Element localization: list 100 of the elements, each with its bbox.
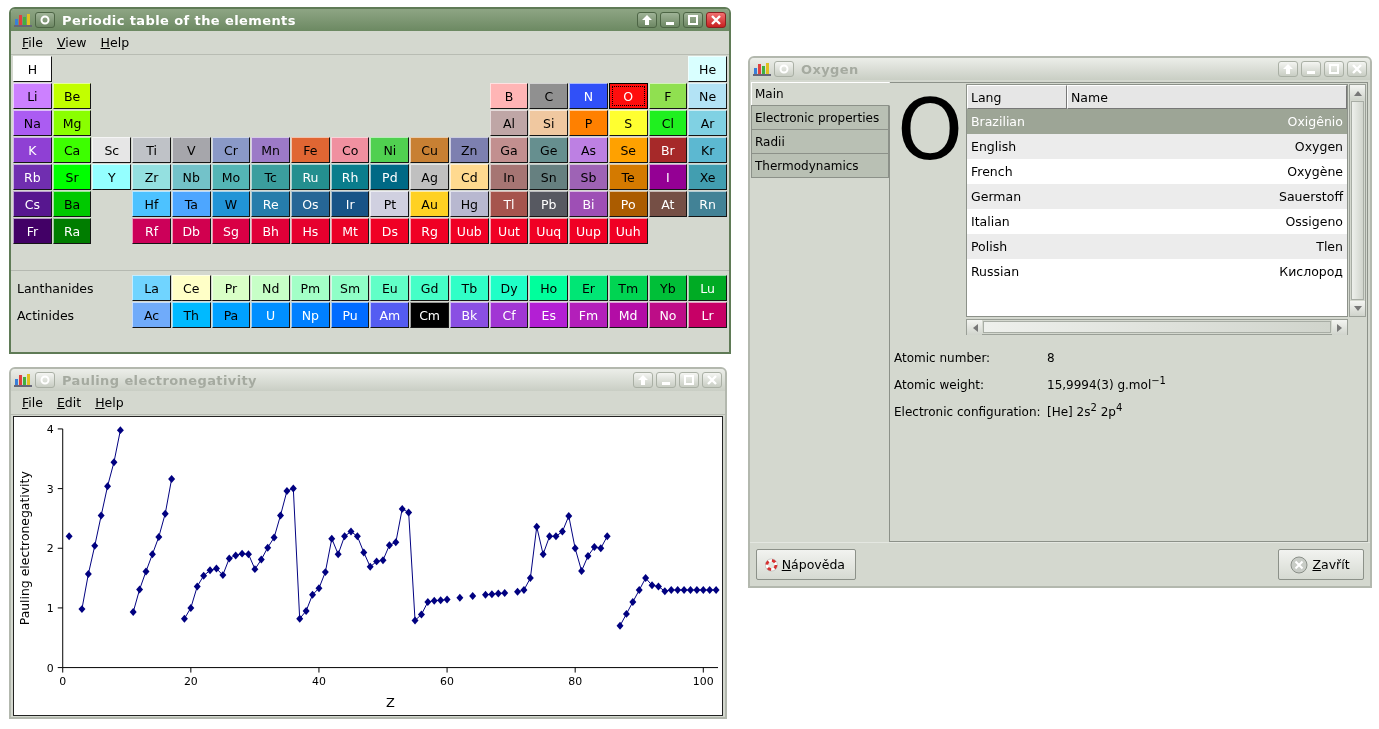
element-tile[interactable]: N — [569, 83, 608, 109]
element-tile[interactable]: Cr — [211, 137, 251, 163]
element-tile[interactable]: Uuh — [608, 218, 648, 244]
table-row[interactable]: English Oxygen — [967, 134, 1347, 159]
element-tile[interactable]: Sn — [529, 164, 569, 190]
element-tile[interactable]: Ce — [171, 275, 211, 301]
element-tile[interactable]: As — [569, 137, 608, 163]
element-tile[interactable]: Po — [608, 191, 648, 217]
element-tile[interactable]: Ag — [410, 164, 449, 190]
element-tile[interactable]: Ac — [132, 302, 171, 328]
element-tile[interactable]: Re — [251, 191, 291, 217]
element-tile[interactable]: Nb — [171, 164, 211, 190]
element-tile[interactable]: K — [13, 137, 52, 163]
maximize-button[interactable] — [683, 12, 703, 28]
element-tile[interactable]: I — [648, 164, 688, 190]
element-tile[interactable]: Si — [529, 110, 569, 136]
element-tile[interactable]: Cd — [449, 164, 489, 190]
element-tile[interactable]: Pt — [370, 191, 410, 217]
column-header[interactable]: Lang — [967, 85, 1067, 109]
element-tile[interactable]: Eu — [370, 275, 410, 301]
element-tile[interactable]: Sb — [569, 164, 608, 190]
close-button[interactable]: Zavřít — [1278, 549, 1364, 580]
menu-item[interactable]: View — [49, 35, 94, 50]
shade-button[interactable] — [637, 12, 657, 28]
element-tile[interactable]: Bh — [251, 218, 291, 244]
tab[interactable]: Electronic properties — [751, 105, 889, 130]
element-tile[interactable]: Pb — [529, 191, 569, 217]
element-tile[interactable]: Hs — [291, 218, 330, 244]
element-tile[interactable]: Uub — [449, 218, 489, 244]
element-tile[interactable]: Hg — [449, 191, 489, 217]
element-tile[interactable]: Ra — [52, 218, 92, 244]
close-button[interactable] — [706, 12, 726, 28]
element-tile[interactable]: C — [529, 83, 569, 109]
element-tile[interactable]: Ho — [529, 275, 569, 301]
menu-item[interactable]: File — [15, 395, 50, 410]
element-tile[interactable]: F — [648, 83, 688, 109]
window-menu-button[interactable] — [35, 12, 55, 28]
vertical-scrollbar[interactable] — [1349, 84, 1366, 317]
element-tile[interactable]: Ta — [171, 191, 211, 217]
element-tile[interactable]: Es — [529, 302, 569, 328]
element-tile[interactable]: S — [608, 110, 648, 136]
element-tile[interactable]: Md — [608, 302, 648, 328]
element-tile[interactable]: Cu — [410, 137, 449, 163]
element-tile[interactable]: Nd — [251, 275, 291, 301]
element-tile[interactable]: Rb — [13, 164, 52, 190]
element-tile[interactable]: Er — [569, 275, 608, 301]
element-tile[interactable]: Tc — [251, 164, 291, 190]
element-tile[interactable]: Ge — [529, 137, 569, 163]
element-tile[interactable]: Al — [489, 110, 529, 136]
element-tile[interactable]: Rg — [410, 218, 449, 244]
element-tile[interactable]: Ga — [489, 137, 529, 163]
element-tile[interactable]: Ca — [52, 137, 92, 163]
element-tile[interactable]: Co — [330, 137, 370, 163]
element-tile[interactable]: Rf — [132, 218, 171, 244]
tab[interactable]: Thermodynamics — [751, 153, 889, 178]
element-tile[interactable]: Ar — [688, 110, 727, 136]
column-header[interactable]: Name — [1067, 85, 1347, 109]
element-tile[interactable]: Zn — [449, 137, 489, 163]
element-tile[interactable]: Ti — [132, 137, 171, 163]
element-tile[interactable]: Rn — [688, 191, 727, 217]
menu-item[interactable]: Edit — [49, 395, 89, 410]
element-tile[interactable]: Sc — [92, 137, 132, 163]
element-tile[interactable]: Ir — [330, 191, 370, 217]
element-tile[interactable]: V — [171, 137, 211, 163]
element-tile[interactable]: P — [569, 110, 608, 136]
element-tile[interactable]: Am — [370, 302, 410, 328]
element-tile[interactable]: Sr — [52, 164, 92, 190]
element-tile[interactable]: No — [648, 302, 688, 328]
tab[interactable]: Radii — [751, 129, 889, 154]
element-tile[interactable]: La — [132, 275, 171, 301]
element-tile[interactable]: Db — [171, 218, 211, 244]
element-tile[interactable]: Ba — [52, 191, 92, 217]
element-tile[interactable]: Fr — [13, 218, 52, 244]
element-tile[interactable]: At — [648, 191, 688, 217]
menu-item[interactable]: Help — [88, 395, 131, 410]
element-tile[interactable]: H — [13, 56, 52, 82]
element-tile[interactable]: Cm — [410, 302, 449, 328]
element-tile[interactable]: Pd — [370, 164, 410, 190]
element-tile[interactable]: Bi — [569, 191, 608, 217]
menu-item[interactable]: File — [15, 35, 50, 50]
element-tile[interactable]: Cs — [13, 191, 52, 217]
element-tile[interactable]: B — [489, 83, 529, 109]
element-tile[interactable]: Ne — [688, 83, 727, 109]
element-tile[interactable]: Mg — [52, 110, 92, 136]
arrow-right-icon[interactable] — [1336, 323, 1343, 332]
element-tile[interactable]: W — [211, 191, 251, 217]
element-tile[interactable]: Ds — [370, 218, 410, 244]
arrow-down-icon[interactable] — [1353, 305, 1362, 312]
element-tile[interactable]: Se — [608, 137, 648, 163]
element-tile[interactable]: Os — [291, 191, 330, 217]
element-tile[interactable]: Bk — [449, 302, 489, 328]
element-tile[interactable]: Cl — [648, 110, 688, 136]
arrow-up-icon[interactable] — [1353, 89, 1362, 96]
element-tile[interactable]: Ru — [291, 164, 330, 190]
element-tile[interactable]: Mt — [330, 218, 370, 244]
element-tile[interactable]: Be — [52, 83, 92, 109]
element-tile[interactable]: Kr — [688, 137, 727, 163]
help-button[interactable]: Nápověda — [756, 549, 856, 580]
element-tile[interactable]: Tm — [608, 275, 648, 301]
element-tile[interactable]: Pu — [330, 302, 370, 328]
